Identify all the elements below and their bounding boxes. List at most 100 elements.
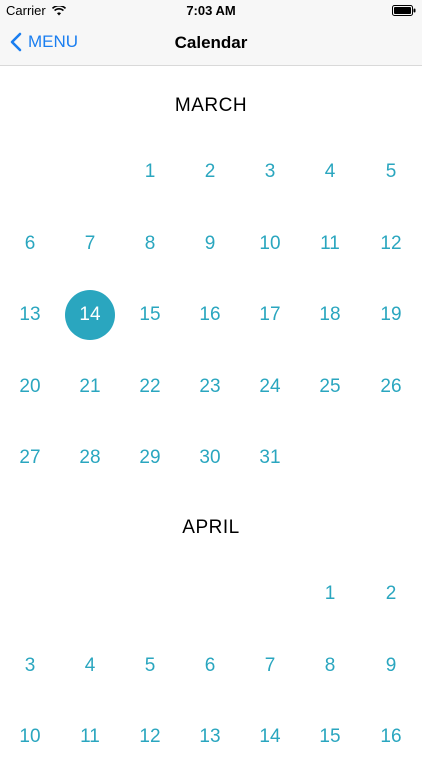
calendar-day-label: 25 <box>319 375 341 397</box>
calendar-day-label: 6 <box>24 232 36 254</box>
calendar-day-label: 24 <box>259 375 281 397</box>
calendar-day-label: 8 <box>144 232 156 254</box>
calendar-day[interactable]: 26 <box>366 362 416 412</box>
calendar-day[interactable]: 12 <box>366 219 416 269</box>
calendar-day-label: 3 <box>264 161 276 182</box>
calendar-day[interactable]: 11 <box>65 712 115 762</box>
calendar-day[interactable]: 7 <box>65 219 115 269</box>
calendar-day[interactable]: 16 <box>185 290 235 340</box>
calendar-day[interactable]: 29 <box>125 433 175 483</box>
calendar-day[interactable]: 1 <box>125 147 175 197</box>
calendar-day-label: 20 <box>19 375 41 397</box>
calendar-day-label: 21 <box>79 375 101 397</box>
calendar-day[interactable]: 2 <box>366 569 416 619</box>
calendar-day[interactable]: 8 <box>305 641 355 691</box>
calendar-day-label: 9 <box>204 232 216 254</box>
calendar-day[interactable]: 4 <box>305 147 355 197</box>
calendar-day[interactable]: 1 <box>305 569 355 619</box>
calendar-day-label: 1 <box>324 583 336 604</box>
calendar-day[interactable]: 15 <box>125 290 175 340</box>
calendar-day-label: 23 <box>199 375 221 397</box>
calendar-day-label: 27 <box>19 447 41 468</box>
calendar-day[interactable]: 8 <box>125 219 175 269</box>
calendar-day-label: 19 <box>380 304 402 325</box>
calendar-day[interactable]: 2 <box>185 147 235 197</box>
calendar-day-label: 5 <box>144 654 156 676</box>
calendar-day-label: 4 <box>84 654 96 676</box>
calendar-day[interactable]: 17 <box>245 290 295 340</box>
calendar-day-label: 14 <box>79 304 101 325</box>
calendar-day[interactable]: 13 <box>5 290 55 340</box>
calendar-day[interactable]: 9 <box>185 219 235 269</box>
calendar-day-label: 31 <box>259 447 281 468</box>
calendar-day-label: 5 <box>385 161 397 182</box>
calendar-day[interactable]: 19 <box>366 290 416 340</box>
calendar-day[interactable]: 30 <box>185 433 235 483</box>
navigation-bar: MENU Calendar <box>0 22 422 66</box>
calendar-day-label: 11 <box>320 232 340 254</box>
calendar-day[interactable]: 7 <box>245 641 295 691</box>
calendar-day-label: 14 <box>259 726 281 747</box>
calendar-day-selected[interactable]: 14 <box>65 290 115 340</box>
calendar-day[interactable]: 24 <box>245 362 295 412</box>
calendar-day[interactable]: 16 <box>366 712 416 762</box>
calendar-day[interactable]: 3 <box>245 147 295 197</box>
calendar-day-label: 11 <box>80 726 100 747</box>
calendar-day-label: 9 <box>385 654 397 676</box>
calendar-day[interactable]: 4 <box>65 641 115 691</box>
calendar-day-label: 13 <box>199 726 221 747</box>
calendar-day[interactable]: 5 <box>366 147 416 197</box>
page-title: Calendar <box>174 33 248 52</box>
calendar-day[interactable]: 9 <box>366 641 416 691</box>
calendar-day[interactable]: 11 <box>305 219 355 269</box>
calendar-day-label: 12 <box>139 726 161 747</box>
calendar-day-label: 4 <box>324 161 336 182</box>
status-bar: Carrier 7:03 AM <box>0 0 422 22</box>
calendar-day-label: 28 <box>79 447 101 468</box>
calendar-day-label: 3 <box>24 654 36 676</box>
calendar-day[interactable]: 10 <box>5 712 55 762</box>
calendar-day[interactable]: 31 <box>245 433 295 483</box>
calendar-day-label: 30 <box>199 447 221 468</box>
calendar-day-label: 26 <box>380 375 402 397</box>
calendar-day[interactable]: 5 <box>125 641 175 691</box>
calendar-day-label: 29 <box>139 447 161 468</box>
calendar-day-label: 10 <box>19 726 41 747</box>
calendar-day[interactable]: 28 <box>65 433 115 483</box>
calendar-day-label: 1 <box>144 161 156 182</box>
calendar-day-label: 10 <box>259 232 281 254</box>
calendar-day[interactable]: 14 <box>245 712 295 762</box>
calendar-day[interactable]: 25 <box>305 362 355 412</box>
calendar-day-label: 2 <box>385 583 397 604</box>
month-title: APRIL <box>182 517 240 538</box>
calendar-day[interactable]: 18 <box>305 290 355 340</box>
calendar-day[interactable]: 23 <box>185 362 235 412</box>
calendar-day-label: 6 <box>204 654 216 676</box>
calendar-day[interactable]: 6 <box>5 219 55 269</box>
calendar-day-label: 12 <box>380 232 402 254</box>
calendar-day-label: 8 <box>324 654 336 676</box>
calendar-day-label: 2 <box>204 161 216 182</box>
calendar-day-label: 7 <box>84 232 96 254</box>
calendar-day[interactable]: 22 <box>125 362 175 412</box>
calendar-day-label: 15 <box>319 726 341 747</box>
month-title: MARCH <box>174 95 248 116</box>
calendar-day[interactable]: 10 <box>245 219 295 269</box>
calendar-day-label: 18 <box>319 304 341 325</box>
calendar-day-label: 22 <box>139 375 161 397</box>
calendar-day-label: 16 <box>199 304 221 325</box>
calendar-day-label: 17 <box>259 304 281 325</box>
calendar-day[interactable]: 12 <box>125 712 175 762</box>
calendar-day-label: 7 <box>264 654 276 676</box>
calendar-day[interactable]: 3 <box>5 641 55 691</box>
calendar-day-label: 13 <box>19 304 41 325</box>
battery-icon <box>392 5 416 16</box>
calendar-day[interactable]: 6 <box>185 641 235 691</box>
calendar-day-label: 15 <box>139 304 161 325</box>
calendar-day[interactable]: 27 <box>5 433 55 483</box>
calendar-day[interactable]: 20 <box>5 362 55 412</box>
calendar-day[interactable]: 15 <box>305 712 355 762</box>
calendar-day-label: 16 <box>380 726 402 747</box>
calendar-day[interactable]: 21 <box>65 362 115 412</box>
calendar-day[interactable]: 13 <box>185 712 235 762</box>
